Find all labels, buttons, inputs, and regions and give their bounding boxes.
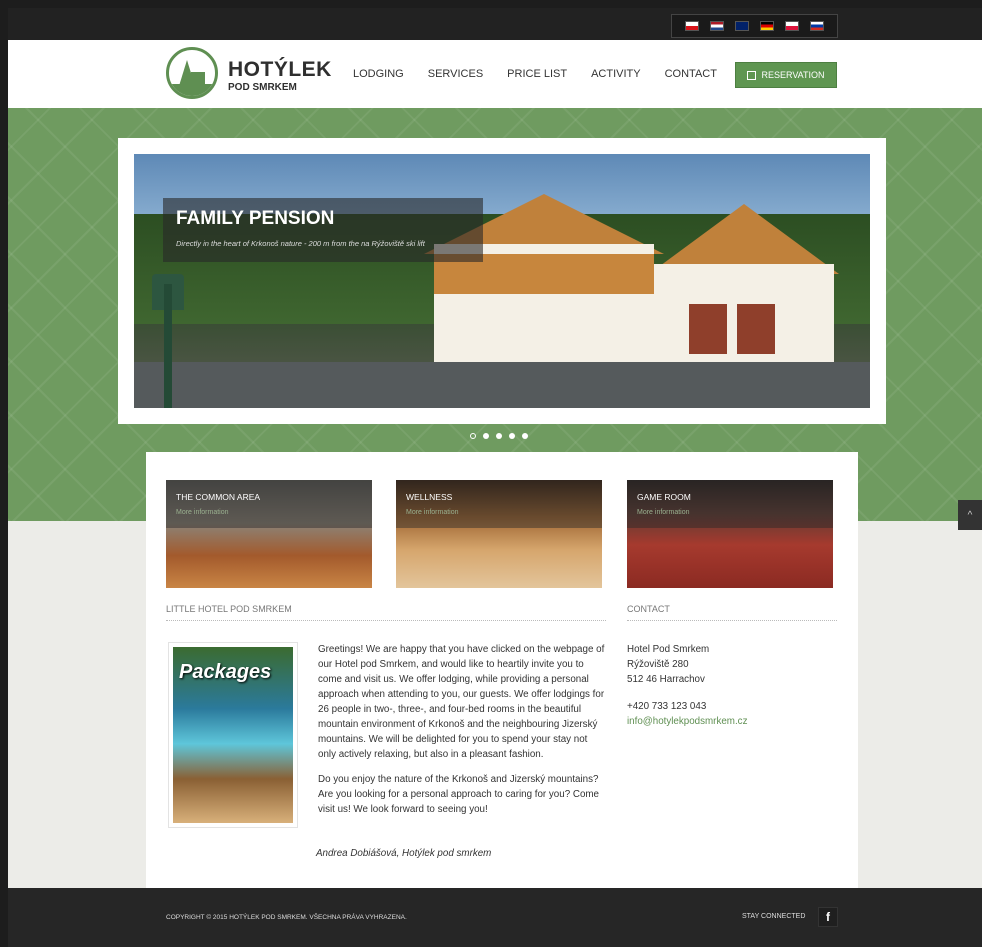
slider-dots	[470, 433, 528, 439]
logo-emblem-icon[interactable]	[166, 47, 218, 99]
reservation-button[interactable]: RESERVATION	[735, 62, 837, 88]
contact-block: Hotel Pod Smrkem Rýžoviště 280 512 46 Ha…	[627, 642, 747, 729]
russian-flag-icon[interactable]	[809, 21, 824, 31]
dutch-flag-icon[interactable]	[710, 21, 725, 31]
slider-dot[interactable]	[470, 433, 476, 439]
contact-city: 512 46 Harrachov	[627, 674, 705, 685]
tile-more-link[interactable]: More information	[637, 509, 690, 516]
tile-common-area[interactable]: THE COMMON AREA More information	[166, 480, 372, 588]
uk-flag-icon[interactable]	[735, 21, 750, 31]
contact-street: Rýžoviště 280	[627, 659, 689, 670]
about-heading: LITTLE HOTEL POD SMRKEM	[166, 604, 606, 621]
packages-banner[interactable]: Packages	[168, 642, 298, 828]
scroll-to-top-button[interactable]: ^	[958, 500, 982, 530]
tile-more-link[interactable]: More information	[406, 509, 459, 516]
tile-label: GAME ROOM	[637, 492, 691, 502]
nav-services[interactable]: SERVICES	[428, 68, 483, 80]
polish-flag-icon[interactable]	[784, 21, 799, 31]
main-nav: LODGING SERVICES PRICE LIST ACTIVITY CON…	[353, 68, 717, 80]
slide-title: FAMILY PENSION	[176, 208, 335, 229]
slider-dot[interactable]	[522, 433, 528, 439]
slider-dot[interactable]	[509, 433, 515, 439]
nav-price-list[interactable]: PRICE LIST	[507, 68, 567, 80]
site-header: HOTÝLEK POD SMRKEM LODGING SERVICES PRIC…	[8, 40, 982, 108]
calendar-icon	[747, 70, 757, 80]
facebook-icon[interactable]: f	[818, 907, 838, 927]
logo-subtitle[interactable]: POD SMRKEM	[228, 82, 297, 93]
tile-more-link[interactable]: More information	[176, 509, 229, 516]
tile-game-room[interactable]: GAME ROOM More information	[627, 480, 833, 588]
contact-phone[interactable]: +420 733 123 043	[627, 699, 747, 714]
logo-title[interactable]: HOTÝLEK	[228, 58, 332, 82]
tile-wellness[interactable]: WELLNESS More information	[396, 480, 602, 588]
nav-activity[interactable]: ACTIVITY	[591, 68, 641, 80]
site-footer: COPYRIGHT © 2015 HOTÝLEK POD SMRKEM. VŠE…	[8, 888, 982, 947]
copyright-text: COPYRIGHT © 2015 HOTÝLEK POD SMRKEM. VŠE…	[166, 914, 407, 921]
tile-label: WELLNESS	[406, 492, 453, 502]
language-switcher	[671, 14, 838, 38]
contact-email-link[interactable]: info@hotylekpodsmrkem.cz	[627, 714, 747, 729]
nav-contact[interactable]: CONTACT	[665, 68, 717, 80]
page: HOTÝLEK POD SMRKEM LODGING SERVICES PRIC…	[8, 8, 982, 947]
slide-caption: FAMILY PENSION Directly in the heart of …	[163, 198, 483, 262]
intro-text: Greetings! We are happy that you have cl…	[318, 642, 608, 827]
slide-image[interactable]	[134, 154, 870, 408]
contact-name: Hotel Pod Smrkem	[627, 644, 710, 655]
nav-lodging[interactable]: LODGING	[353, 68, 404, 80]
intro-paragraph: Do you enjoy the nature of the Krkonoš a…	[318, 774, 600, 815]
packages-label: Packages	[179, 661, 272, 683]
chevron-up-icon: ^	[967, 509, 973, 521]
slider-dot[interactable]	[496, 433, 502, 439]
reservation-label: RESERVATION	[761, 70, 825, 80]
language-bar	[8, 8, 982, 40]
slider-dot[interactable]	[483, 433, 489, 439]
stay-connected-label: STAY CONNECTED	[742, 913, 806, 920]
tile-label: THE COMMON AREA	[176, 492, 261, 502]
signature: Andrea Dobiášová, Hotýlek pod smrkem	[316, 848, 492, 859]
main-content: THE COMMON AREA More information WELLNES…	[146, 452, 858, 888]
intro-paragraph: Greetings! We are happy that you have cl…	[318, 644, 605, 760]
slide-subtitle: Directly in the heart of Krkonoš nature …	[176, 239, 425, 248]
german-flag-icon[interactable]	[759, 21, 774, 31]
czech-flag-icon[interactable]	[685, 21, 700, 31]
contact-heading: CONTACT	[627, 604, 837, 621]
